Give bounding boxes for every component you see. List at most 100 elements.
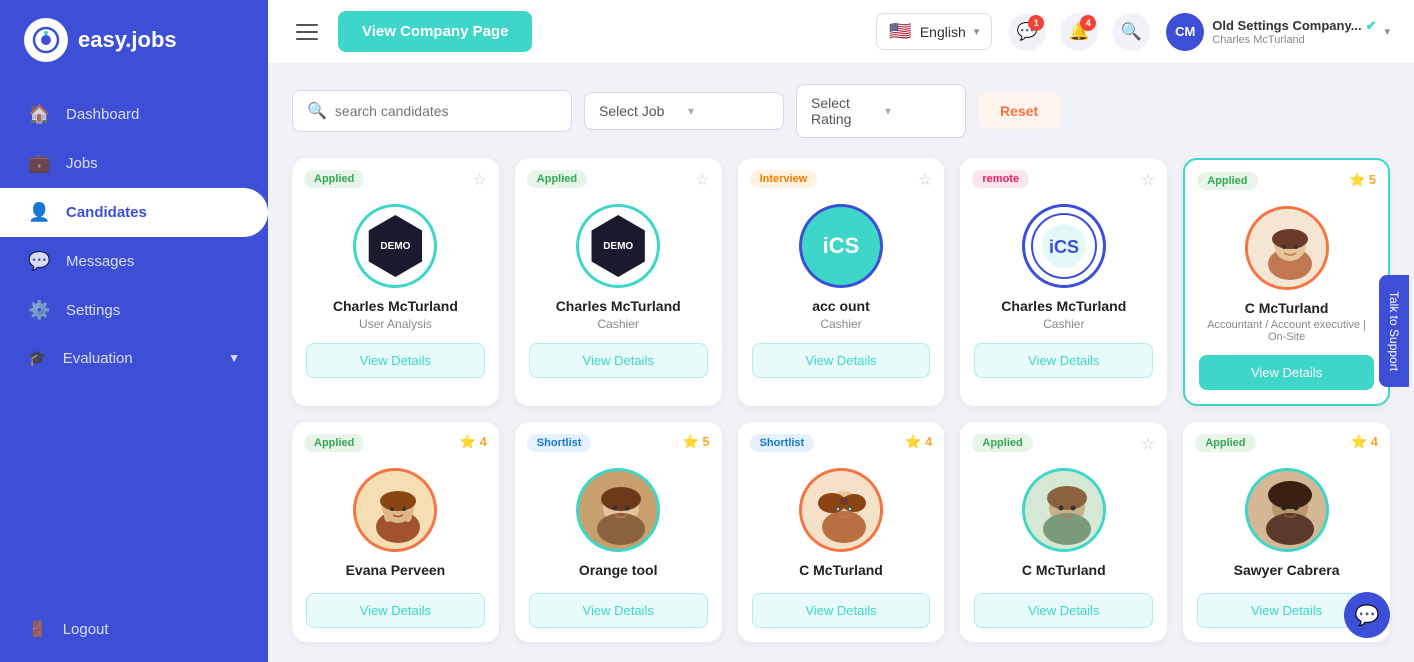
star-button[interactable]: ☆ — [918, 170, 932, 190]
menu-button[interactable] — [292, 20, 322, 44]
sidebar-label-jobs: Jobs — [66, 155, 98, 172]
candidate-card: Applied ⭐ 4 — [292, 422, 499, 642]
avatar — [799, 468, 883, 552]
sidebar-label-messages: Messages — [66, 253, 134, 270]
topbar: View Company Page 🇺🇸 English ▾ 💬 1 🔔 4 🔍… — [268, 0, 1414, 64]
sidebar-nav: 🏠 Dashboard 💼 Jobs 👤 Candidates 💬 Messag… — [0, 80, 268, 662]
sidebar-item-logout[interactable]: 🚪 Logout — [0, 606, 268, 652]
search-wrap: 🔍 — [292, 90, 572, 132]
star-rating: ⭐ 4 — [460, 434, 487, 450]
language-label: English — [920, 24, 966, 40]
select-job-label: Select Job — [599, 103, 680, 119]
view-details-button[interactable]: View Details — [1199, 355, 1374, 390]
avatar: iCS — [1022, 204, 1106, 288]
search-icon: 🔍 — [307, 101, 327, 121]
content-area: 🔍 Select Job ▾ Select Rating ▾ Reset App… — [268, 64, 1414, 662]
sidebar-label-dashboard: Dashboard — [66, 106, 139, 123]
view-company-button[interactable]: View Company Page — [338, 11, 532, 52]
search-input[interactable] — [335, 103, 535, 119]
status-badge: Applied — [527, 170, 587, 188]
candidate-name: Evana Perveen — [346, 562, 446, 578]
svg-text:iCS: iCS — [1049, 237, 1079, 257]
star-rating: ⭐ 5 — [1349, 172, 1376, 188]
app-name-label: easy.jobs — [78, 27, 177, 53]
view-details-button[interactable]: View Details — [306, 593, 485, 628]
candidates-icon: 👤 — [28, 202, 50, 223]
candidate-name: C McTurland — [1022, 562, 1106, 578]
candidate-job: Cashier — [820, 317, 861, 331]
user-text: Old Settings Company... ✔ Charles McTurl… — [1212, 18, 1376, 46]
select-rating-wrap[interactable]: Select Rating ▾ — [796, 84, 966, 138]
candidate-card: Applied ☆ C M — [960, 422, 1167, 642]
user-info[interactable]: CM Old Settings Company... ✔ Charles McT… — [1166, 13, 1390, 51]
sidebar-item-evaluation[interactable]: 🎓 Evaluation ▼ — [0, 335, 268, 381]
flag-icon: 🇺🇸 — [889, 21, 911, 42]
candidate-card: Interview ☆ iCS acc ount Cashier View De… — [738, 158, 945, 406]
logout-icon: 🚪 — [28, 620, 47, 638]
select-job-chevron: ▾ — [688, 104, 769, 118]
chat-icon-button[interactable]: 💬 1 — [1008, 13, 1046, 51]
app-logo: easy.jobs — [0, 0, 268, 80]
select-rating-chevron: ▾ — [885, 104, 951, 118]
sidebar-item-messages[interactable]: 💬 Messages — [0, 237, 268, 286]
view-details-button[interactable]: View Details — [752, 343, 931, 378]
sidebar-label-evaluation: Evaluation — [63, 350, 133, 367]
select-job-wrap[interactable]: Select Job ▾ — [584, 92, 784, 130]
sidebar-label-candidates: Candidates — [66, 204, 147, 221]
avatar — [353, 468, 437, 552]
company-name: Old Settings Company... ✔ — [1212, 18, 1376, 34]
chevron-down-icon: ▼ — [228, 351, 240, 365]
view-details-button[interactable]: View Details — [752, 593, 931, 628]
select-rating-label: Select Rating — [811, 95, 877, 127]
avatar — [1245, 206, 1329, 290]
sidebar-item-settings[interactable]: ⚙️ Settings — [0, 286, 268, 335]
filter-bar: 🔍 Select Job ▾ Select Rating ▾ Reset — [292, 84, 1390, 138]
candidate-name: Charles McTurland — [1001, 298, 1126, 314]
view-details-button[interactable]: View Details — [529, 343, 708, 378]
menu-line3 — [296, 38, 318, 40]
reset-button[interactable]: Reset — [978, 93, 1060, 129]
status-badge: Interview — [750, 170, 818, 188]
candidate-job: Cashier — [1043, 317, 1084, 331]
chat-fab[interactable]: 💬 — [1344, 592, 1390, 638]
home-icon: 🏠 — [28, 104, 50, 125]
jobs-icon: 💼 — [28, 153, 50, 174]
star-button[interactable]: ☆ — [1141, 434, 1155, 454]
status-badge: remote — [972, 170, 1029, 188]
view-details-button[interactable]: View Details — [306, 343, 485, 378]
candidate-name: acc ount — [812, 298, 870, 314]
star-rating: ⭐ 4 — [1351, 434, 1378, 450]
view-details-button[interactable]: View Details — [974, 593, 1153, 628]
view-details-button[interactable]: View Details — [974, 343, 1153, 378]
support-tab[interactable]: Talk to Support — [1379, 275, 1409, 387]
avatar: CM — [1166, 13, 1204, 51]
star-button[interactable]: ☆ — [1141, 170, 1155, 190]
candidate-name: C McTurland — [799, 562, 883, 578]
candidate-name: Charles McTurland — [556, 298, 681, 314]
search-icon-button[interactable]: 🔍 — [1112, 13, 1150, 51]
menu-line1 — [296, 24, 318, 26]
main-area: View Company Page 🇺🇸 English ▾ 💬 1 🔔 4 🔍… — [268, 0, 1414, 662]
avatar — [1022, 468, 1106, 552]
menu-line2 — [296, 31, 318, 33]
view-details-button[interactable]: View Details — [529, 593, 708, 628]
candidate-card: Applied ☆ DEMO Charles McTurland User An… — [292, 158, 499, 406]
star-button[interactable]: ☆ — [472, 170, 486, 190]
avatar: DEMO — [353, 204, 437, 288]
star-rating: ⭐ 5 — [683, 434, 710, 450]
sidebar-item-dashboard[interactable]: 🏠 Dashboard — [0, 90, 268, 139]
notification-button[interactable]: 🔔 4 — [1060, 13, 1098, 51]
candidate-name: Charles McTurland — [333, 298, 458, 314]
demo-logo: DEMO — [587, 215, 649, 277]
candidates-grid-row1: Applied ☆ DEMO Charles McTurland User An… — [292, 158, 1390, 406]
star-button[interactable]: ☆ — [695, 170, 709, 190]
candidate-job: User Analysis — [359, 317, 432, 331]
candidate-card: Applied ☆ DEMO Charles McTurland Cashier… — [515, 158, 722, 406]
sidebar-item-jobs[interactable]: 💼 Jobs — [0, 139, 268, 188]
candidate-card: Shortlist ⭐ 4 — [738, 422, 945, 642]
sidebar-item-candidates[interactable]: 👤 Candidates — [0, 188, 268, 237]
candidate-job: Cashier — [598, 317, 639, 331]
language-selector[interactable]: 🇺🇸 English ▾ — [876, 13, 992, 50]
candidate-card: remote ☆ iCS Charles McTurland Cashier V… — [960, 158, 1167, 406]
candidate-name: C McTurland — [1245, 300, 1329, 316]
